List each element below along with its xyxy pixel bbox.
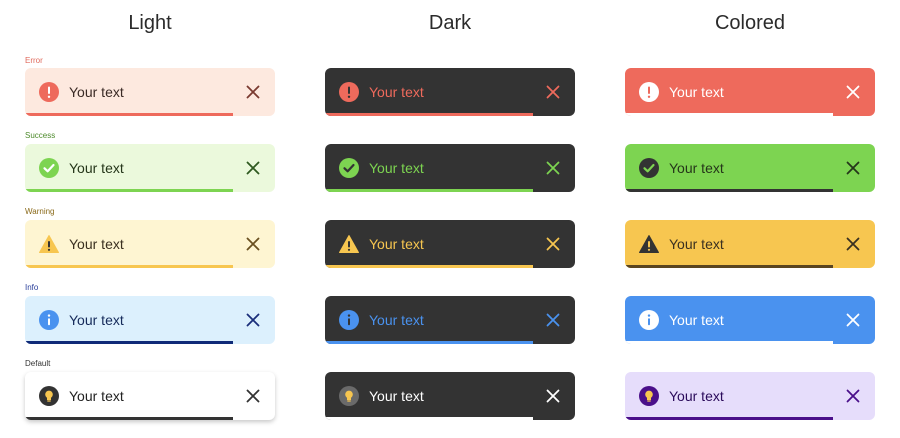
row-label-default: Default xyxy=(25,359,51,368)
close-icon[interactable] xyxy=(243,82,263,102)
toast-message: Your text xyxy=(669,160,724,176)
toast-message: Your text xyxy=(669,388,724,404)
close-icon[interactable] xyxy=(843,310,863,330)
close-icon[interactable] xyxy=(843,386,863,406)
info-icon xyxy=(639,310,659,330)
error-icon xyxy=(339,82,359,102)
toast-colored-success: Your text xyxy=(625,144,875,192)
toast-dark-success: Your text xyxy=(325,144,575,192)
close-icon[interactable] xyxy=(243,310,263,330)
toast-colored-default: Your text xyxy=(625,372,875,420)
toast-progress-bar xyxy=(625,265,833,268)
toast-progress-bar xyxy=(25,113,233,116)
toast-message: Your text xyxy=(369,388,424,404)
toast-progress-bar xyxy=(625,341,833,344)
toast-light-error: Your text xyxy=(25,68,275,116)
row-label-success: Success xyxy=(25,131,56,140)
toast-colored-warning: Your text xyxy=(625,220,875,268)
toast-message: Your text xyxy=(369,312,424,328)
toast-dark-default: Your text xyxy=(325,372,575,420)
close-icon[interactable] xyxy=(243,234,263,254)
toast-dark-info: Your text xyxy=(325,296,575,344)
close-icon[interactable] xyxy=(543,82,563,102)
toast-dark-error: Your text xyxy=(325,68,575,116)
close-icon[interactable] xyxy=(543,386,563,406)
row-label-info: Info xyxy=(25,283,39,292)
toast-message: Your text xyxy=(69,160,124,176)
toast-message: Your text xyxy=(369,84,424,100)
toast-progress-bar xyxy=(325,265,533,268)
warning-triangle-icon xyxy=(339,234,359,254)
toast-colored-error: Your text xyxy=(625,68,875,116)
toast-progress-bar xyxy=(25,417,233,420)
check-circle-icon xyxy=(39,158,59,178)
toast-message: Your text xyxy=(669,312,724,328)
toast-light-warning: Your text xyxy=(25,220,275,268)
check-circle-icon xyxy=(639,158,659,178)
toast-message: Your text xyxy=(69,84,124,100)
toast-message: Your text xyxy=(69,388,124,404)
toast-colored-info: Your text xyxy=(625,296,875,344)
toast-dark-warning: Your text xyxy=(325,220,575,268)
info-icon xyxy=(339,310,359,330)
error-icon xyxy=(39,82,59,102)
row-label-error: Error xyxy=(25,56,43,65)
toast-progress-bar xyxy=(325,189,533,192)
row-label-warning: Warning xyxy=(25,207,55,216)
error-icon xyxy=(639,82,659,102)
toast-progress-bar xyxy=(25,341,233,344)
toast-progress-bar xyxy=(25,265,233,268)
toast-progress-bar xyxy=(625,113,833,116)
toast-message: Your text xyxy=(369,236,424,252)
toast-progress-bar xyxy=(325,113,533,116)
close-icon[interactable] xyxy=(543,234,563,254)
toast-light-success: Your text xyxy=(25,144,275,192)
check-circle-icon xyxy=(339,158,359,178)
close-icon[interactable] xyxy=(843,158,863,178)
toast-message: Your text xyxy=(69,312,124,328)
column-title-colored: Colored xyxy=(714,12,786,34)
toast-message: Your text xyxy=(369,160,424,176)
lightbulb-icon xyxy=(39,386,59,406)
close-icon[interactable] xyxy=(843,234,863,254)
toast-message: Your text xyxy=(669,84,724,100)
warning-triangle-icon xyxy=(639,234,659,254)
toast-progress-bar xyxy=(625,189,833,192)
toast-light-default: Your text xyxy=(25,372,275,420)
close-icon[interactable] xyxy=(543,310,563,330)
close-icon[interactable] xyxy=(843,82,863,102)
toast-message: Your text xyxy=(69,236,124,252)
toast-progress-bar xyxy=(625,417,833,420)
close-icon[interactable] xyxy=(243,386,263,406)
toast-light-info: Your text xyxy=(25,296,275,344)
toast-progress-bar xyxy=(25,189,233,192)
lightbulb-icon xyxy=(339,386,359,406)
close-icon[interactable] xyxy=(543,158,563,178)
lightbulb-icon xyxy=(639,386,659,406)
toast-progress-bar xyxy=(325,341,533,344)
close-icon[interactable] xyxy=(243,158,263,178)
warning-triangle-icon xyxy=(39,234,59,254)
toast-message: Your text xyxy=(669,236,724,252)
column-title-light: Light xyxy=(128,12,172,34)
toast-progress-bar xyxy=(325,417,533,420)
column-title-dark: Dark xyxy=(428,12,472,34)
info-icon xyxy=(39,310,59,330)
